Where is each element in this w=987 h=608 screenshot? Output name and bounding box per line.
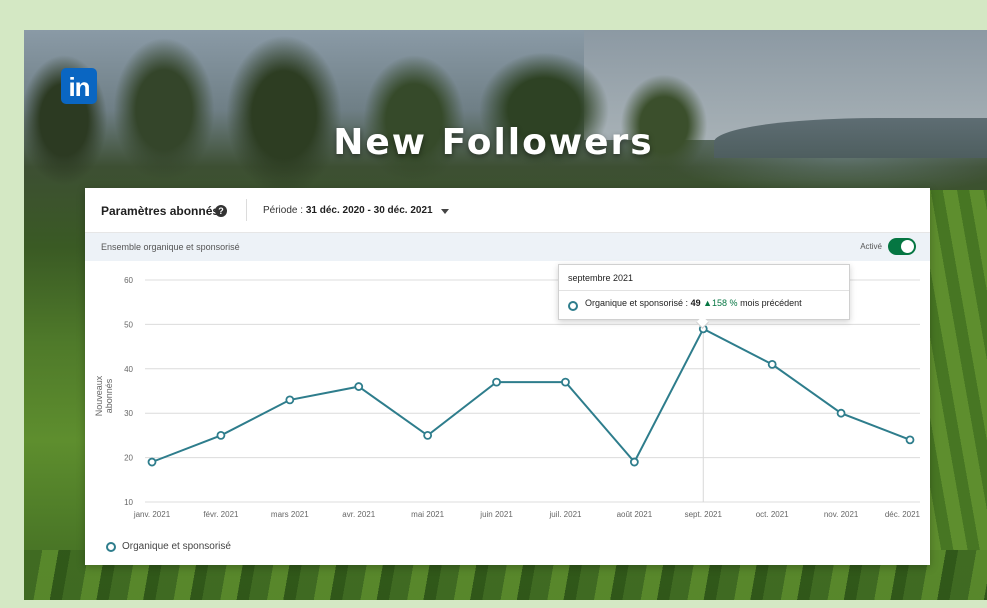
data-point[interactable] bbox=[767, 359, 777, 369]
x-tick-label: nov. 2021 bbox=[824, 510, 859, 519]
tooltip-series-label: Organique et sponsorisé : bbox=[585, 298, 689, 308]
y-tick-label: 10 bbox=[124, 498, 133, 507]
series-marker-icon bbox=[568, 301, 578, 311]
y-axis-label: Nouveaux abonnés bbox=[94, 375, 114, 417]
data-point[interactable] bbox=[492, 377, 501, 387]
x-tick-label: juin 2021 bbox=[479, 510, 513, 519]
y-tick-label: 40 bbox=[124, 365, 133, 374]
data-point[interactable] bbox=[836, 408, 846, 418]
frame-background: in New Followers Paramètres abonnés ? Pé… bbox=[0, 0, 987, 608]
tooltip-change: ▲158 % bbox=[703, 298, 738, 308]
analytics-panel: Paramètres abonnés ? Période : 31 déc. 2… bbox=[85, 188, 930, 565]
linkedin-logo-icon: in bbox=[61, 68, 97, 104]
y-tick-label: 60 bbox=[124, 276, 133, 285]
legend[interactable]: Organique et sponsorisé bbox=[106, 541, 231, 552]
x-tick-label: mars 2021 bbox=[271, 510, 309, 519]
y-tick-label: 50 bbox=[124, 320, 133, 329]
line-chart: 60 50 40 30 20 10 janv. 2021 févr. 2021 mars 20… bbox=[124, 276, 921, 519]
data-point[interactable] bbox=[423, 430, 433, 440]
data-point[interactable] bbox=[216, 430, 226, 440]
x-tick-label: août 2021 bbox=[617, 510, 653, 519]
y-tick-labels: 60 50 40 30 20 10 bbox=[124, 276, 133, 507]
data-point[interactable] bbox=[561, 377, 570, 387]
tooltip-divider bbox=[559, 290, 849, 291]
tooltip-title: septembre 2021 bbox=[568, 273, 634, 283]
y-tick-label: 20 bbox=[124, 454, 133, 463]
x-tick-label: oct. 2021 bbox=[756, 510, 789, 519]
tea-field-right bbox=[927, 190, 987, 550]
tooltip: septembre 2021 Organique et sponsorisé :… bbox=[558, 264, 850, 329]
legend-label: Organique et sponsorisé bbox=[122, 541, 231, 552]
x-tick-label: déc. 2021 bbox=[885, 510, 921, 519]
data-points bbox=[147, 324, 915, 467]
x-tick-label: juil. 2021 bbox=[548, 510, 582, 519]
data-point[interactable] bbox=[629, 457, 639, 467]
data-point[interactable] bbox=[147, 457, 157, 467]
page-title: New Followers bbox=[333, 122, 654, 163]
x-tick-label: avr. 2021 bbox=[342, 510, 375, 519]
series-line bbox=[151, 327, 911, 464]
x-tick-label: janv. 2021 bbox=[133, 510, 171, 519]
legend-marker-icon bbox=[106, 542, 116, 552]
data-point[interactable] bbox=[354, 382, 364, 391]
x-tick-label: févr. 2021 bbox=[203, 510, 239, 519]
x-tick-label: mai 2021 bbox=[411, 510, 444, 519]
tooltip-value: 49 bbox=[690, 298, 701, 308]
tooltip-row: Organique et sponsorisé : 49 ▲158 % mois… bbox=[585, 298, 802, 308]
data-point[interactable] bbox=[285, 395, 295, 405]
tooltip-change-suffix: mois précédent bbox=[740, 298, 802, 308]
y-tick-label: 30 bbox=[124, 409, 133, 418]
data-point[interactable] bbox=[905, 435, 915, 445]
x-tick-label: sept. 2021 bbox=[685, 510, 723, 519]
x-tick-labels: janv. 2021 févr. 2021 mars 2021 avr. 2021 ma… bbox=[133, 510, 921, 519]
